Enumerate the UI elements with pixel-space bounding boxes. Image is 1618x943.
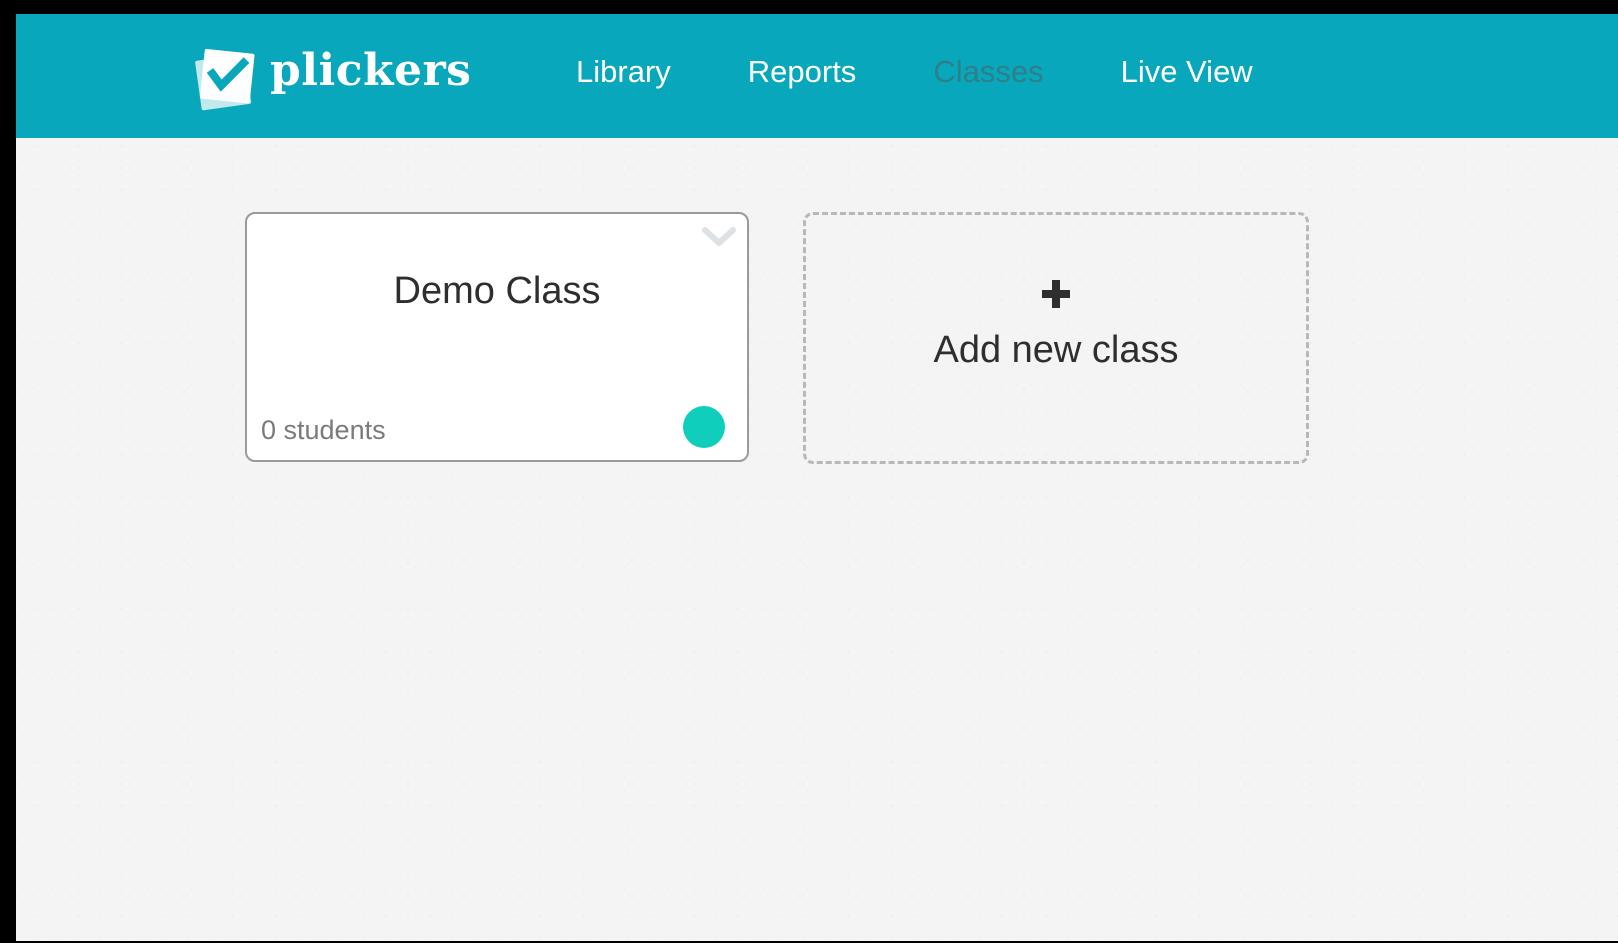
class-name: Demo Class xyxy=(393,270,601,312)
plus-icon xyxy=(1039,277,1073,311)
nav-reports[interactable]: Reports xyxy=(748,54,857,90)
add-new-class-label: Add new class xyxy=(933,329,1179,371)
main-nav: Library Reports Classes Live View xyxy=(576,50,1330,94)
student-count: 0 students xyxy=(261,415,386,445)
nav-library[interactable]: Library xyxy=(576,54,671,90)
plickers-logo[interactable]: plickers xyxy=(188,38,471,118)
chevron-down-icon[interactable] xyxy=(701,224,737,250)
nav-classes[interactable]: Classes xyxy=(933,54,1043,90)
app-window: plickers Library Reports Classes Live Vi… xyxy=(16,14,1618,941)
add-new-class-button[interactable]: Add new class xyxy=(803,212,1309,464)
checkmark-cards-icon xyxy=(188,41,262,115)
logo-text: plickers xyxy=(270,44,472,96)
nav-live-view[interactable]: Live View xyxy=(1121,54,1253,90)
class-color-dot xyxy=(683,406,725,448)
top-navigation-bar: plickers Library Reports Classes Live Vi… xyxy=(16,14,1618,138)
class-card[interactable]: Demo Class 0 students xyxy=(245,212,749,462)
